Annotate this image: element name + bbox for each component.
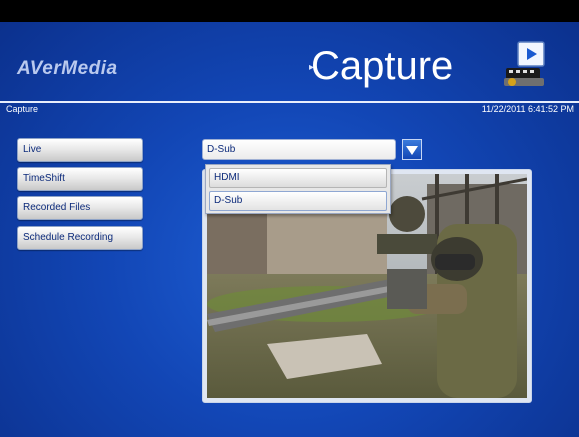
recorded-files-button[interactable]: Recorded Files xyxy=(17,196,143,220)
avermedia-logo: AVerMedia xyxy=(17,58,118,79)
live-button[interactable]: Live xyxy=(17,138,143,162)
source-dropdown-list: HDMI D-Sub xyxy=(205,164,391,214)
page-title: Capture xyxy=(311,44,454,88)
schedule-recording-button[interactable]: Schedule Recording xyxy=(17,226,143,250)
breadcrumb: Capture xyxy=(6,104,39,114)
dropdown-arrow-icon xyxy=(406,146,418,155)
datetime-display: 11/22/2011 6:41:52 PM xyxy=(481,104,574,114)
source-option-hdmi[interactable]: HDMI xyxy=(209,168,387,188)
timeshift-button[interactable]: TimeShift xyxy=(17,167,143,191)
source-select-toggle[interactable] xyxy=(402,139,422,160)
top-band xyxy=(0,0,579,22)
film-clapper-icon xyxy=(504,41,545,86)
header-divider xyxy=(0,101,579,103)
source-select[interactable]: D-Sub xyxy=(202,139,396,160)
source-option-dsub[interactable]: D-Sub xyxy=(209,191,387,211)
